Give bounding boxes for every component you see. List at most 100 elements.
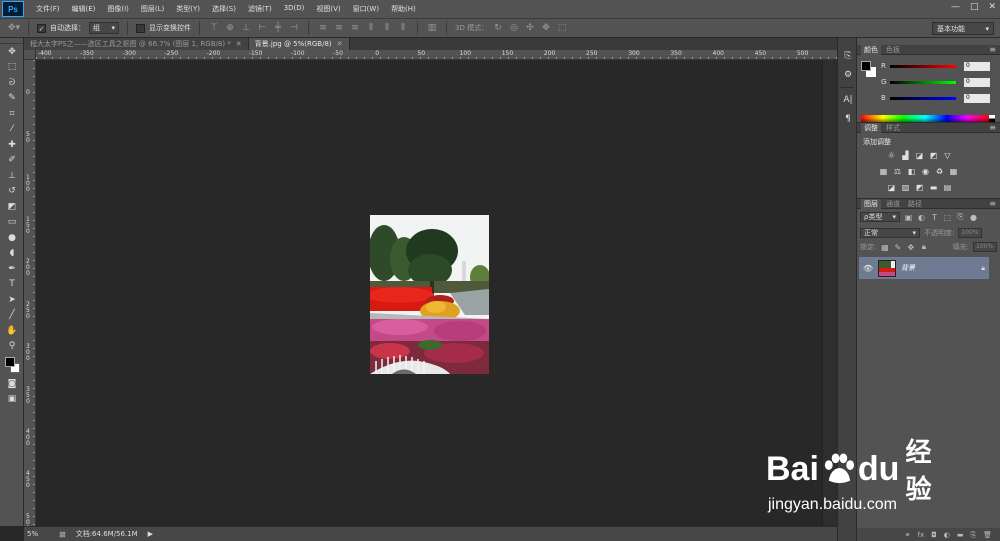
filter-pixel-icon[interactable]: ▣ bbox=[904, 213, 913, 222]
layer-kind-filter[interactable]: ρ类型 ▾ bbox=[860, 212, 900, 222]
status-menu-arrow-icon[interactable]: ▶ bbox=[148, 530, 153, 538]
ruler-origin[interactable] bbox=[24, 50, 36, 60]
lock-position-icon[interactable]: ✥ bbox=[906, 243, 915, 252]
delete-layer-icon[interactable]: 🗑︎ bbox=[983, 531, 992, 539]
workspace-dropdown[interactable]: 基本功能 ▾ bbox=[932, 22, 994, 35]
distribute-left-icon[interactable]: ⦀ bbox=[365, 23, 377, 33]
quick-select-tool[interactable]: ✎ bbox=[0, 91, 24, 107]
marquee-tool[interactable]: ⬚ bbox=[0, 60, 24, 76]
tab-color[interactable]: 颜色 bbox=[861, 44, 881, 55]
foreground-color-swatch[interactable] bbox=[5, 357, 15, 367]
hue-saturation-icon[interactable]: ▦ bbox=[879, 167, 888, 176]
screen-mode-icon[interactable]: ▣ bbox=[0, 392, 24, 408]
move-tool[interactable]: ✥ bbox=[0, 44, 24, 60]
menu-item-5[interactable]: 选择(S) bbox=[206, 4, 242, 14]
align-right-icon[interactable]: ⊣ bbox=[288, 23, 300, 33]
levels-icon[interactable]: ▟ bbox=[901, 151, 910, 160]
green-value-input[interactable]: 0 bbox=[964, 77, 990, 87]
black-white-picker[interactable] bbox=[989, 115, 995, 122]
gradient-tool[interactable]: ▭ bbox=[0, 215, 24, 231]
curves-icon[interactable]: ◪ bbox=[915, 151, 924, 160]
document-info-icon[interactable]: ⊠ bbox=[59, 530, 66, 539]
visibility-eye-icon[interactable]: 👁︎ bbox=[863, 264, 873, 273]
menu-item-9[interactable]: 窗口(W) bbox=[347, 4, 385, 14]
color-balance-icon[interactable]: ⚖ bbox=[893, 167, 902, 176]
3d-scale-icon[interactable]: ⬚ bbox=[556, 23, 568, 33]
3d-roll-icon[interactable]: ◎ bbox=[508, 23, 520, 33]
tab-channels[interactable]: 通道 bbox=[883, 199, 903, 209]
selective-color-icon[interactable]: ▬ bbox=[929, 183, 938, 192]
green-slider[interactable] bbox=[890, 80, 956, 84]
show-transform-checkbox[interactable] bbox=[136, 23, 145, 33]
type-tool[interactable]: T bbox=[0, 277, 24, 293]
tab-paths[interactable]: 路径 bbox=[905, 199, 925, 209]
panel-menu-icon[interactable]: ≡ bbox=[989, 123, 996, 132]
history-icon[interactable]: ⎘ bbox=[839, 48, 857, 64]
red-slider[interactable] bbox=[890, 64, 956, 68]
filter-smart-object-icon[interactable]: ⎘ bbox=[956, 212, 965, 222]
red-value-input[interactable]: 0 bbox=[964, 61, 990, 71]
document-image[interactable] bbox=[370, 215, 489, 374]
tab-adjustments[interactable]: 调整 bbox=[861, 122, 881, 133]
layer-mask-icon[interactable]: ◘ bbox=[931, 531, 937, 539]
horizontal-ruler[interactable]: -400 -350 -300 -250 -200 -150 -100 -50 0 50 100 150… bbox=[36, 50, 837, 60]
tab-document-1[interactable]: 程大太字PS之——选区工具之抠图 @ 66.7% (图层 1, RGB/8) *… bbox=[24, 38, 249, 50]
photo-filter-icon[interactable]: ◉ bbox=[921, 167, 930, 176]
auto-select-checkbox[interactable]: ✓ bbox=[37, 23, 46, 33]
color-swatches[interactable] bbox=[0, 354, 24, 376]
distribute-vcenter-icon[interactable]: ≡ bbox=[333, 23, 345, 33]
blue-slider[interactable] bbox=[890, 96, 956, 100]
filter-toggle-icon[interactable]: ● bbox=[969, 213, 978, 222]
align-bottom-icon[interactable]: ⊥ bbox=[240, 23, 252, 33]
clone-stamp-tool[interactable]: ⊥ bbox=[0, 168, 24, 184]
align-top-icon[interactable]: ⊤ bbox=[208, 23, 220, 33]
exposure-icon[interactable]: ◩ bbox=[929, 151, 938, 160]
dodge-tool[interactable]: ◖ bbox=[0, 246, 24, 262]
posterize-icon[interactable]: ▨ bbox=[901, 183, 910, 192]
new-layer-icon[interactable]: ⎘ bbox=[971, 531, 977, 540]
adjustment-layer-icon[interactable]: ◐ bbox=[944, 531, 950, 539]
brush-preset-icon[interactable]: ⚙ bbox=[839, 67, 857, 83]
menu-item-3[interactable]: 图层(L) bbox=[135, 4, 170, 14]
menu-item-10[interactable]: 帮助(H) bbox=[385, 4, 422, 14]
filter-shape-icon[interactable]: ⬚ bbox=[943, 213, 952, 222]
brush-tool[interactable]: ✐ bbox=[0, 153, 24, 169]
path-select-tool[interactable]: ➤ bbox=[0, 292, 24, 308]
distribute-bottom-icon[interactable]: ≡ bbox=[349, 23, 361, 33]
opacity-input[interactable]: 100% bbox=[958, 228, 983, 238]
line-tool[interactable]: ╱ bbox=[0, 308, 24, 324]
auto-select-dropdown[interactable]: 组 ▾ bbox=[89, 22, 119, 34]
align-hcenter-icon[interactable]: ╪ bbox=[272, 23, 284, 33]
invert-icon[interactable]: ◪ bbox=[887, 183, 896, 192]
gradient-map-icon[interactable]: ▤ bbox=[943, 183, 952, 192]
auto-align-icon[interactable]: ▥ bbox=[426, 23, 438, 33]
menu-item-1[interactable]: 编辑(E) bbox=[66, 4, 102, 14]
distribute-hcenter-icon[interactable]: ⦀ bbox=[381, 23, 393, 33]
brightness-icon[interactable]: ☼ bbox=[887, 151, 896, 160]
menu-item-2[interactable]: 图像(I) bbox=[101, 4, 135, 14]
menu-item-8[interactable]: 视图(V) bbox=[310, 4, 346, 14]
filter-adjustment-icon[interactable]: ◐ bbox=[917, 213, 926, 222]
panel-menu-icon[interactable]: ≡ bbox=[989, 199, 996, 208]
blur-tool[interactable]: ● bbox=[0, 230, 24, 246]
blend-mode-dropdown[interactable]: 正常 ▾ bbox=[860, 228, 920, 238]
distribute-right-icon[interactable]: ⦀ bbox=[397, 23, 409, 33]
healing-brush-tool[interactable]: ✚ bbox=[0, 137, 24, 153]
hand-tool[interactable]: ✋ bbox=[0, 323, 24, 339]
distribute-top-icon[interactable]: ≡ bbox=[317, 23, 329, 33]
panel-menu-icon[interactable]: ≡ bbox=[989, 45, 996, 54]
new-group-icon[interactable]: ▬ bbox=[957, 531, 964, 539]
layer-style-icon[interactable]: fx bbox=[918, 531, 925, 539]
tab-layers[interactable]: 图层 bbox=[861, 198, 881, 209]
channel-mixer-icon[interactable]: ♻ bbox=[935, 167, 944, 176]
close-button[interactable]: ✕ bbox=[988, 2, 996, 12]
maximize-button[interactable]: □ bbox=[970, 2, 979, 12]
tab-swatches[interactable]: 色板 bbox=[883, 45, 903, 55]
history-brush-tool[interactable]: ↺ bbox=[0, 184, 24, 200]
color-lookup-icon[interactable]: ▦ bbox=[949, 167, 958, 176]
move-tool-preset-icon[interactable]: ✥▾ bbox=[8, 23, 20, 33]
lock-image-icon[interactable]: ✎ bbox=[893, 243, 902, 252]
vertical-ruler[interactable]: 050100150200250300350400450500 bbox=[24, 60, 36, 531]
paragraph-icon[interactable]: ¶ bbox=[839, 111, 857, 127]
black-white-icon[interactable]: ◧ bbox=[907, 167, 916, 176]
